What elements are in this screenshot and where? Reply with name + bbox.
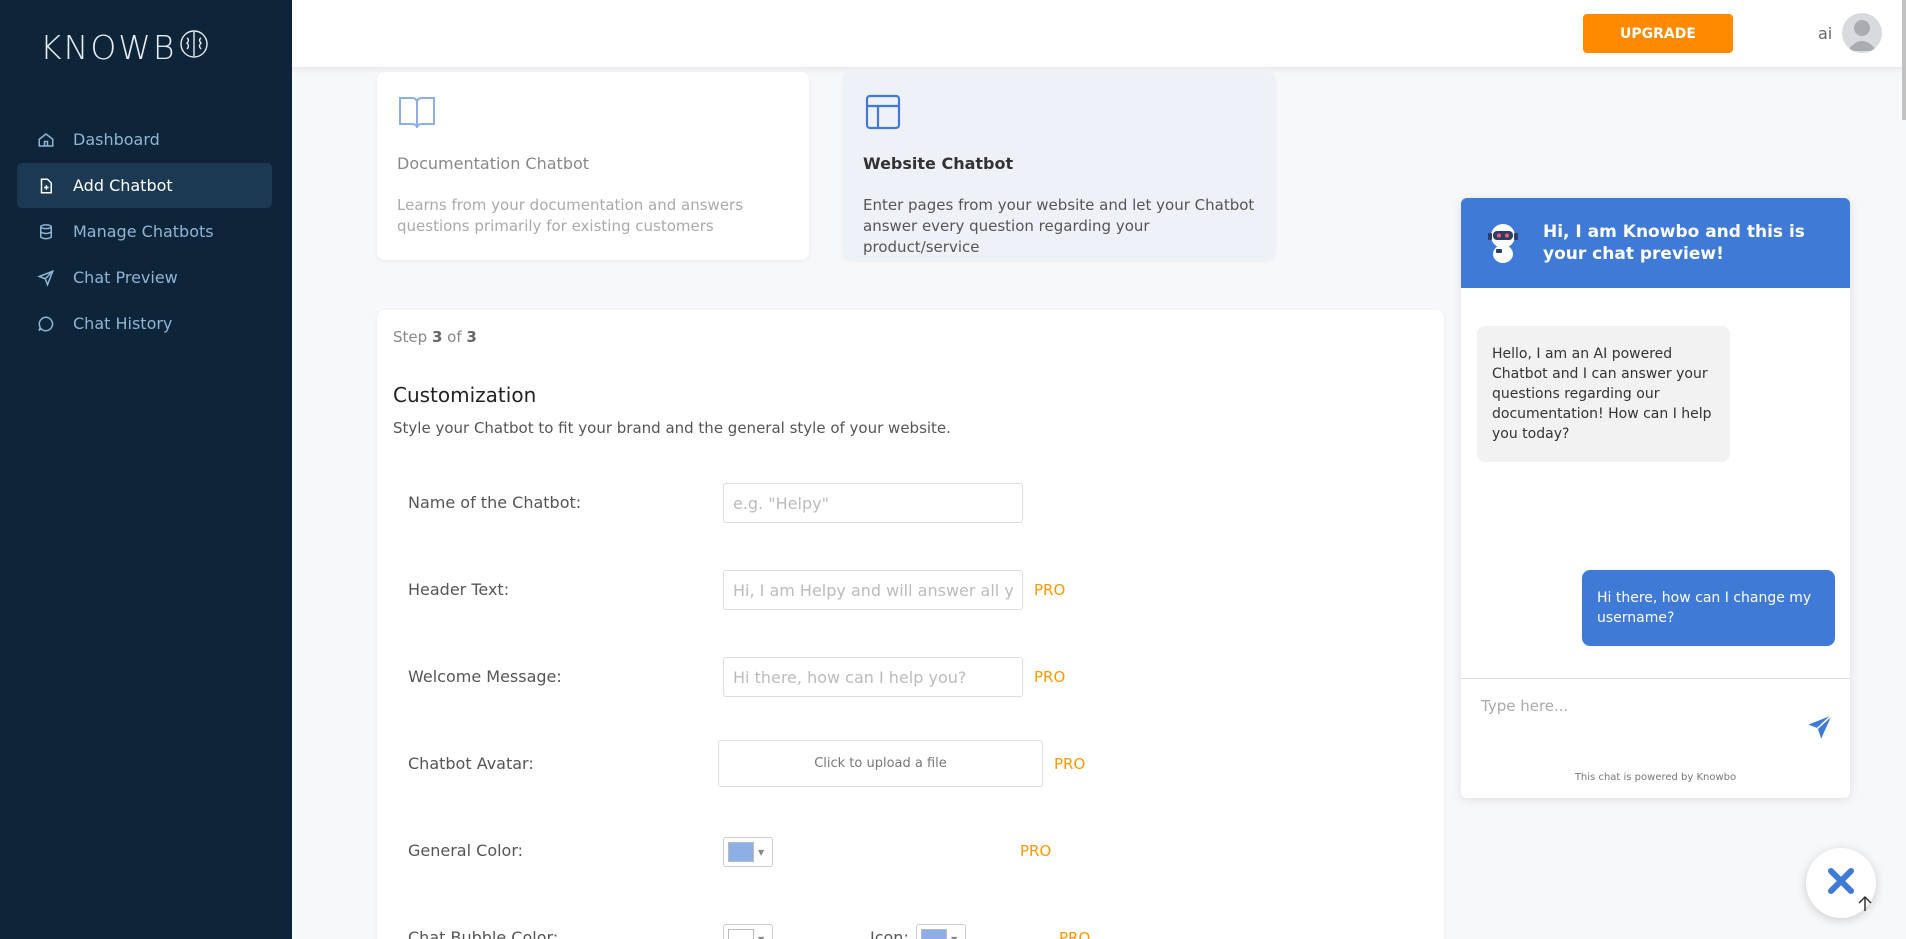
pro-badge: PRO [1034, 668, 1066, 686]
send-icon [37, 269, 55, 287]
chat-input[interactable] [1481, 697, 1781, 715]
robot-icon [1483, 221, 1523, 265]
upload-file-button[interactable]: Click to upload a file [718, 740, 1043, 787]
user-initials[interactable]: ai [1818, 24, 1832, 43]
welcome-message-label: Welcome Message: [408, 667, 562, 686]
upgrade-button[interactable]: UPGRADE [1583, 14, 1733, 53]
close-icon [1826, 866, 1856, 900]
chat-preview-widget: Hi, I am Knowbo and this is your chat pr… [1461, 198, 1850, 798]
chat-header: Hi, I am Knowbo and this is your chat pr… [1461, 198, 1850, 288]
card-website-chatbot[interactable]: Website Chatbot Enter pages from your we… [843, 72, 1275, 260]
sidebar-item-dashboard[interactable]: Dashboard [17, 117, 272, 162]
user-avatar-icon [1847, 20, 1877, 51]
chatbot-avatar-label: Chatbot Avatar: [408, 754, 534, 773]
sidebar-item-add-chatbot[interactable]: Add Chatbot [17, 163, 272, 208]
sidebar-nav: Dashboard Add Chatbot Manage Chatbots Ch… [17, 117, 272, 347]
header-text-input[interactable] [723, 570, 1023, 610]
color-swatch [728, 929, 754, 939]
user-message: Hi there, how can I change my username? [1582, 570, 1835, 646]
scrollbar[interactable] [1902, 0, 1906, 120]
add-file-icon [37, 177, 55, 195]
sidebar-item-label: Chat Preview [73, 268, 178, 287]
pro-badge: PRO [1054, 755, 1086, 773]
book-icon [397, 92, 437, 132]
sidebar-item-manage-chatbots[interactable]: Manage Chatbots [17, 209, 272, 254]
pro-badge: PRO [1034, 581, 1066, 599]
chatbot-name-label: Name of the Chatbot: [408, 493, 582, 512]
chat-input-area: This chat is powered by Knowbo [1461, 678, 1850, 798]
chatbot-name-input[interactable] [723, 483, 1023, 523]
brain-logo-icon [179, 28, 209, 67]
chevron-down-icon: ▼ [951, 934, 958, 939]
step-indicator: Step 3 of 3 [393, 328, 477, 346]
chat-bubble-color-picker[interactable]: ▼ [723, 924, 773, 939]
customization-panel: Step 3 of 3 Customization Style your Cha… [377, 310, 1444, 939]
home-icon [37, 131, 55, 149]
section-title: Customization [393, 383, 537, 407]
avatar[interactable] [1842, 13, 1882, 53]
pro-badge: PRO [1059, 929, 1091, 939]
card-description: Enter pages from your website and let yo… [863, 196, 1255, 256]
chevron-down-icon: ▼ [758, 934, 765, 939]
chat-bubble-icon [37, 315, 55, 333]
chat-header-text: Hi, I am Knowbo and this is your chat pr… [1543, 222, 1805, 264]
powered-by-text: This chat is powered by Knowbo [1574, 772, 1737, 783]
general-color-picker[interactable]: ▼ [723, 837, 773, 867]
sidebar-item-label: Add Chatbot [73, 176, 173, 195]
sidebar-item-chat-history[interactable]: Chat History [17, 301, 272, 346]
header-text-label: Header Text: [408, 580, 510, 599]
sidebar-item-chat-preview[interactable]: Chat Preview [17, 255, 272, 300]
layout-icon [863, 92, 903, 132]
card-title: Website Chatbot [863, 154, 1014, 173]
send-icon[interactable] [1806, 713, 1834, 741]
card-description: Learns from your documentation and answe… [397, 196, 744, 235]
arrow-up-icon[interactable] [1856, 895, 1874, 913]
color-swatch [728, 842, 754, 862]
card-title: Documentation Chatbot [397, 154, 590, 173]
sidebar-item-label: Chat History [73, 314, 173, 333]
topbar: UPGRADE ai [292, 0, 1906, 120]
sidebar: KNOWB Dashboard Add Chatbot Manage Chatb… [0, 0, 292, 939]
section-description: Style your Chatbot to fit your brand and… [393, 419, 951, 437]
chevron-down-icon: ▼ [758, 847, 765, 857]
general-color-label: General Color: [408, 841, 524, 860]
card-documentation-chatbot[interactable]: Documentation Chatbot Learns from your d… [377, 72, 809, 260]
icon-color-picker[interactable]: ▼ [916, 924, 966, 939]
pro-badge: PRO [1020, 842, 1052, 860]
database-icon [37, 223, 55, 241]
welcome-message-input[interactable] [723, 657, 1023, 697]
icon-color-label: Icon: [870, 928, 909, 939]
chat-bubble-color-label: Chat Bubble Color: [408, 928, 559, 939]
sidebar-item-label: Manage Chatbots [73, 222, 214, 241]
color-swatch [921, 929, 947, 939]
sidebar-item-label: Dashboard [73, 130, 160, 149]
logo-text: KNOWB [40, 28, 177, 67]
logo[interactable]: KNOWB [40, 28, 209, 67]
bot-message: Hello, I am an AI powered Chatbot and I … [1477, 326, 1730, 462]
